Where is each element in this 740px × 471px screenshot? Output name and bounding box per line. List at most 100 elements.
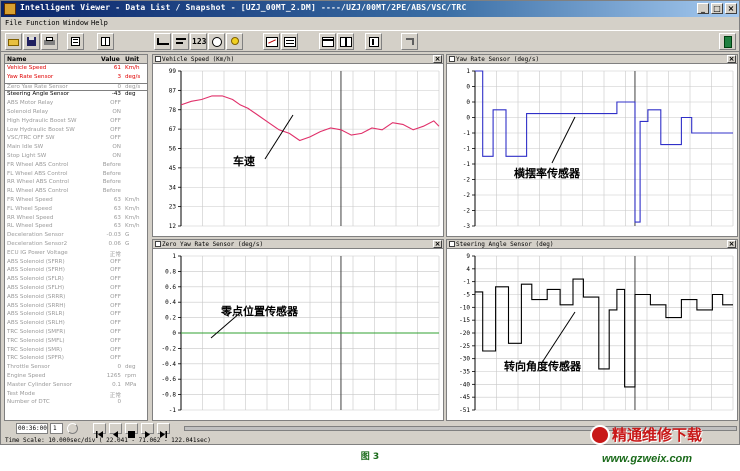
y-tick-label: -20: [459, 330, 470, 337]
time-scale-text: Time Scale: 10.000sec/div ( 22.041 - 71.…: [5, 437, 211, 444]
parameter-row[interactable]: FL Wheel Speed 63 Km/h: [5, 206, 147, 214]
panel-close-button[interactable]: ×: [727, 55, 736, 63]
panel-close-button[interactable]: ×: [433, 55, 442, 63]
split-vertical-icon[interactable]: [337, 33, 354, 50]
parameter-row[interactable]: RL Wheel ABS Control Before: [5, 188, 147, 196]
parameter-row[interactable]: Stop Light SW ON: [5, 153, 147, 161]
parameter-row[interactable]: ABS Solenoid (SRLH) OFF: [5, 320, 147, 328]
playback-step-field[interactable]: 1: [50, 423, 63, 434]
parameter-row[interactable]: TRC Solenoid (SMFR) OFF: [5, 329, 147, 337]
parameter-list[interactable]: Name Value Unit Vehicle Speed 61 Km/h Yaw R…: [4, 54, 148, 421]
parameter-value: OFF: [110, 285, 121, 291]
parameter-row[interactable]: TRC Solenoid (SPFR) OFF: [5, 355, 147, 363]
parameter-row[interactable]: RL Wheel Speed 63 Km/h: [5, 223, 147, 231]
parameter-row[interactable]: FR Wheel ABS Control Before: [5, 162, 147, 170]
snapshot-icon[interactable]: [365, 33, 382, 50]
step-back-button[interactable]: [109, 423, 122, 438]
save-disk-icon[interactable]: [23, 33, 40, 50]
parameter-row[interactable]: TRC Solenoid (SMFL) OFF: [5, 338, 147, 346]
exit-door-icon[interactable]: [719, 33, 736, 50]
parameter-row[interactable]: ABS Solenoid (SFRR) OFF: [5, 259, 147, 267]
panel-close-button[interactable]: ×: [433, 240, 442, 248]
led-view-icon[interactable]: [226, 33, 243, 50]
menu-file[interactable]: File: [5, 19, 22, 27]
menu-window[interactable]: Window: [63, 19, 88, 27]
list-view-icon[interactable]: [67, 33, 84, 50]
parameter-row[interactable]: Number of DTC 0: [5, 399, 147, 407]
parameter-row[interactable]: Yaw Rate Sensor 3 deg/s: [5, 74, 147, 82]
parameter-name: TRC Solenoid (SMR): [7, 346, 63, 353]
parameter-row[interactable]: Throttle Sensor 0 deg: [5, 364, 147, 372]
table-view-icon[interactable]: [97, 33, 114, 50]
skip-last-button[interactable]: [157, 423, 170, 438]
parameter-name: Steering Angle Sensor: [7, 91, 70, 98]
parameter-row[interactable]: FR Wheel Speed 63 Km/h: [5, 197, 147, 205]
parameter-row[interactable]: Vehicle Speed 61 Km/h: [5, 65, 147, 73]
parameter-row[interactable]: ABS Solenoid (SFRH) OFF: [5, 267, 147, 275]
parameter-row[interactable]: ECU IG Power Voltage 正常: [5, 250, 147, 258]
parameter-row[interactable]: ABS Solenoid (SFLH) OFF: [5, 285, 147, 293]
parameter-row[interactable]: RR Wheel ABS Control Before: [5, 179, 147, 187]
parameter-row[interactable]: ABS Motor Relay OFF: [5, 100, 147, 108]
graph-panel-zero-yaw-rate[interactable]: Zero Yaw Rate Sensor (deg/s) × 1 0.8 0.6 0.…: [152, 239, 444, 421]
parameter-row[interactable]: VSC/TRC OFF SW OFF: [5, 135, 147, 143]
numeric-view-icon[interactable]: 123: [190, 33, 207, 50]
parameter-row[interactable]: RR Wheel Speed 63 Km/h: [5, 215, 147, 223]
graph-panel-steering-angle[interactable]: Steering Angle Sensor (deg) × 9 4 -1 -5 -10 -…: [446, 239, 738, 421]
playback-time-field[interactable]: 00:36:00: [16, 423, 48, 434]
parameter-value: OFF: [110, 302, 121, 309]
parameter-row[interactable]: Steering Angle Sensor -43 deg: [5, 91, 147, 99]
parameter-row[interactable]: Solenoid Relay ON: [5, 109, 147, 117]
column-header-name[interactable]: Name: [7, 56, 26, 63]
parameter-row[interactable]: High Hydraulic Boost SW OFF: [5, 118, 147, 126]
skip-first-button[interactable]: [93, 423, 106, 438]
y-tick-label: 67: [169, 126, 177, 133]
panel-close-button[interactable]: ×: [727, 240, 736, 248]
minimize-button[interactable]: _: [697, 3, 709, 14]
parameter-row[interactable]: Deceleration Sensor2 0.06 G: [5, 241, 147, 249]
undo-arrow-icon[interactable]: [401, 33, 418, 50]
graph-config-icon[interactable]: [263, 33, 280, 50]
annotation-yaw-rate: 横摆率传感器: [514, 167, 580, 180]
parameter-row[interactable]: ABS Solenoid (SRRR) OFF: [5, 294, 147, 302]
parameter-row[interactable]: Zero Yaw Rate Sensor 0 deg/s: [5, 82, 147, 91]
record-button[interactable]: [67, 423, 78, 434]
parameter-unit: rpm: [125, 373, 137, 379]
split-horizontal-icon[interactable]: [319, 33, 336, 50]
close-button[interactable]: ×: [725, 3, 737, 14]
parameter-row[interactable]: Test Mode 正常: [5, 391, 147, 399]
open-folder-icon[interactable]: [5, 33, 22, 50]
parameter-row[interactable]: ABS Solenoid (SRRH) OFF: [5, 303, 147, 311]
parameter-row[interactable]: TRC Solenoid (SMR) OFF: [5, 347, 147, 355]
graph-title: Yaw Rate Sensor (deg/s): [456, 56, 540, 63]
column-header-value[interactable]: Value: [101, 56, 120, 63]
app-window: Intelligent Viewer - Data List / Snapsho…: [0, 0, 740, 445]
line-graph-icon[interactable]: [154, 33, 171, 50]
list-config-icon[interactable]: [281, 33, 298, 50]
parameter-row[interactable]: Master Cylinder Sensor 0.1 MPa: [5, 382, 147, 390]
parameter-row[interactable]: Engine Speed 1265 rpm: [5, 373, 147, 381]
parameter-value: OFF: [110, 135, 121, 142]
parameter-name: TRC Solenoid (SMFL): [7, 337, 65, 344]
gauge-view-icon[interactable]: [208, 33, 225, 50]
parameter-row[interactable]: Main Idle SW ON: [5, 144, 147, 152]
parameter-row[interactable]: FL Wheel ABS Control Before: [5, 171, 147, 179]
parameter-row[interactable]: ABS Solenoid (SRLR) OFF: [5, 311, 147, 319]
parameter-row[interactable]: ABS Solenoid (SFLR) OFF: [5, 276, 147, 284]
menu-help[interactable]: Help: [91, 19, 108, 27]
parameter-value: OFF: [110, 100, 121, 107]
play-button[interactable]: [141, 423, 154, 438]
graph-panel-yaw-rate[interactable]: Yaw Rate Sensor (deg/s) × 1 0 0 0 -1 -1 -1 -2 -2…: [446, 54, 738, 237]
parameter-name: ABS Solenoid (SFRR): [7, 258, 65, 265]
menu-function[interactable]: Function: [26, 19, 60, 27]
column-header-unit[interactable]: Unit: [125, 56, 139, 63]
graph-panel-vehicle-speed[interactable]: Vehicle Speed (Km/h) × 99 87 78 67 56 45 34 23 1…: [152, 54, 444, 237]
stop-button[interactable]: [125, 423, 138, 438]
watermark: 精通维修下载 www.gzweix.com: [590, 424, 738, 468]
parameter-row[interactable]: Low Hydraulic Boost SW OFF: [5, 127, 147, 135]
maximize-button[interactable]: □: [711, 3, 723, 14]
parameter-row[interactable]: Deceleration Sensor -0.03 G: [5, 232, 147, 240]
print-icon[interactable]: [41, 33, 58, 50]
y-tick-label: -25: [459, 343, 470, 350]
bar-graph-icon[interactable]: [172, 33, 189, 50]
